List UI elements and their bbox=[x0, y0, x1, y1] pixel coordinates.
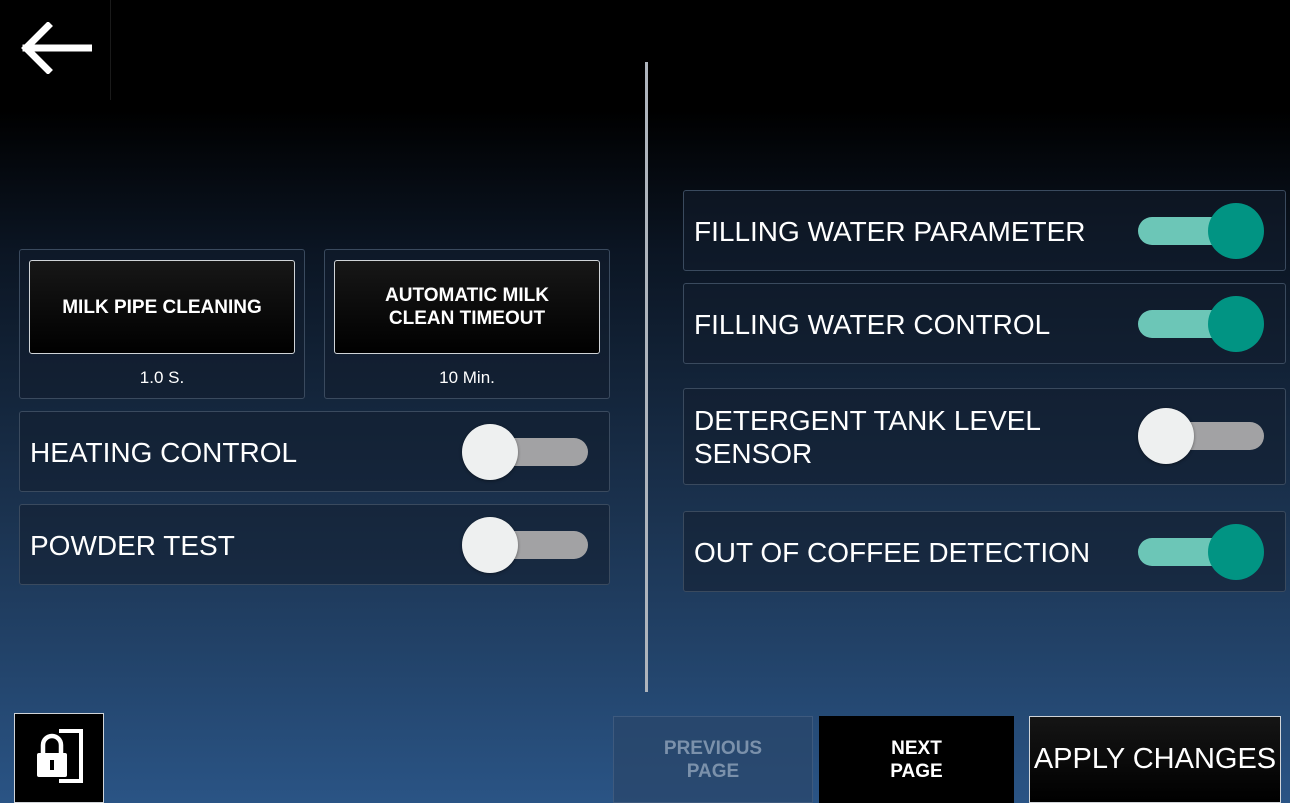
previous-page-button[interactable]: PREVIOUS PAGE bbox=[613, 716, 813, 803]
heating-control-row: HEATING CONTROL bbox=[19, 411, 610, 492]
filling-water-control-toggle[interactable] bbox=[1134, 294, 1264, 354]
detergent-tank-level-label: DETERGENT TANK LEVEL SENSOR bbox=[694, 405, 1041, 469]
automatic-milk-clean-timeout-label: AUTOMATIC MILK CLEAN TIMEOUT bbox=[385, 285, 549, 329]
filling-water-control-label: FILLING WATER CONTROL bbox=[694, 309, 1051, 340]
lock-door-icon bbox=[31, 727, 87, 790]
apply-changes-label: APPLY CHANGES bbox=[1033, 743, 1277, 775]
filling-water-parameter-toggle[interactable] bbox=[1134, 201, 1264, 261]
apply-changes-button[interactable]: APPLY CHANGES bbox=[1029, 716, 1281, 803]
milk-pipe-cleaning-panel: MILK PIPE CLEANING 1.0 S. bbox=[19, 249, 305, 399]
powder-test-toggle[interactable] bbox=[462, 515, 592, 575]
toggle-knob bbox=[462, 517, 518, 573]
heating-control-toggle[interactable] bbox=[462, 422, 592, 482]
next-page-label: NEXT PAGE bbox=[890, 737, 943, 782]
toggle-knob bbox=[1208, 203, 1264, 259]
auto-milk-clean-panel: AUTOMATIC MILK CLEAN TIMEOUT 10 Min. bbox=[324, 249, 610, 399]
milk-pipe-cleaning-button[interactable]: MILK PIPE CLEANING bbox=[29, 260, 295, 354]
next-page-button[interactable]: NEXT PAGE bbox=[819, 716, 1014, 803]
column-divider bbox=[645, 62, 648, 692]
toggle-knob bbox=[1138, 408, 1194, 464]
toggle-knob bbox=[1208, 296, 1264, 352]
lock-button[interactable] bbox=[14, 713, 104, 803]
out-of-coffee-detection-label: OUT OF COFFEE DETECTION bbox=[694, 537, 1091, 568]
out-of-coffee-detection-toggle[interactable] bbox=[1134, 522, 1264, 582]
powder-test-label: POWDER TEST bbox=[30, 530, 235, 561]
detergent-tank-level-toggle[interactable] bbox=[1138, 406, 1268, 466]
toggle-knob bbox=[462, 424, 518, 480]
out-of-coffee-detection-row: OUT OF COFFEE DETECTION bbox=[683, 511, 1286, 592]
filling-water-parameter-label: FILLING WATER PARAMETER bbox=[694, 216, 1086, 247]
back-button[interactable] bbox=[0, 0, 111, 100]
heating-control-label: HEATING CONTROL bbox=[30, 437, 298, 468]
filling-water-control-row: FILLING WATER CONTROL bbox=[683, 283, 1286, 364]
milk-pipe-cleaning-value: 1.0 S. bbox=[139, 368, 185, 387]
arrow-left-icon bbox=[18, 20, 94, 79]
filling-water-parameter-row: FILLING WATER PARAMETER bbox=[683, 190, 1286, 271]
detergent-tank-level-row: DETERGENT TANK LEVEL SENSOR bbox=[683, 388, 1286, 485]
automatic-milk-clean-timeout-value: 10 Min. bbox=[439, 368, 495, 387]
previous-page-label: PREVIOUS PAGE bbox=[663, 737, 763, 782]
milk-pipe-cleaning-label: MILK PIPE CLEANING bbox=[62, 296, 262, 318]
automatic-milk-clean-timeout-button[interactable]: AUTOMATIC MILK CLEAN TIMEOUT bbox=[334, 260, 600, 354]
powder-test-row: POWDER TEST bbox=[19, 504, 610, 585]
toggle-knob bbox=[1208, 524, 1264, 580]
